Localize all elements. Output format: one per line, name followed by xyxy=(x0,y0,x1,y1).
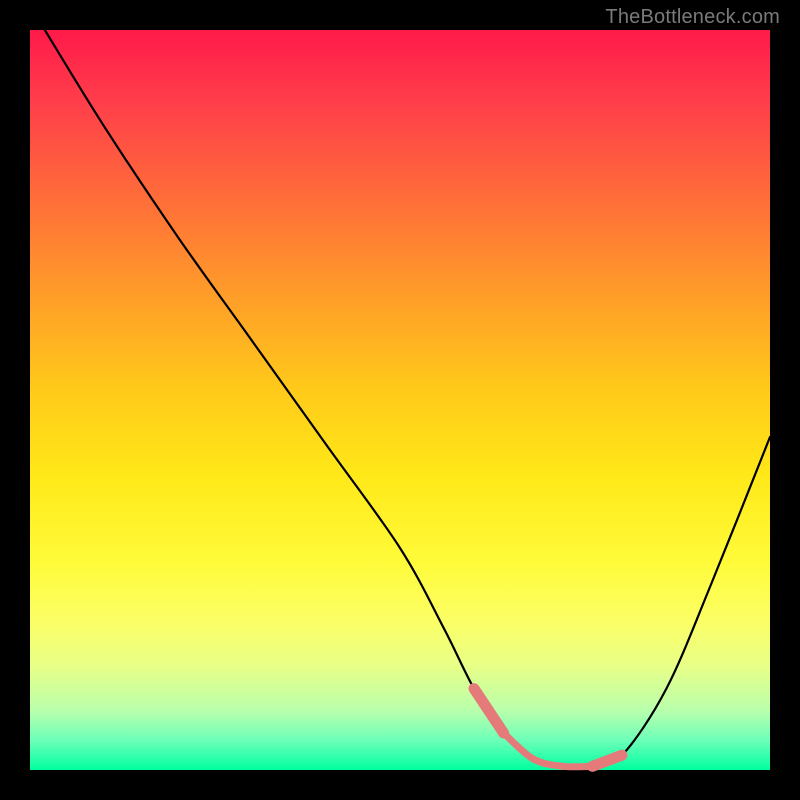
plot-area xyxy=(30,30,770,770)
watermark-text: TheBottleneck.com xyxy=(605,6,780,29)
bottleneck-curve xyxy=(30,30,770,770)
chart-frame: TheBottleneck.com xyxy=(0,0,800,800)
